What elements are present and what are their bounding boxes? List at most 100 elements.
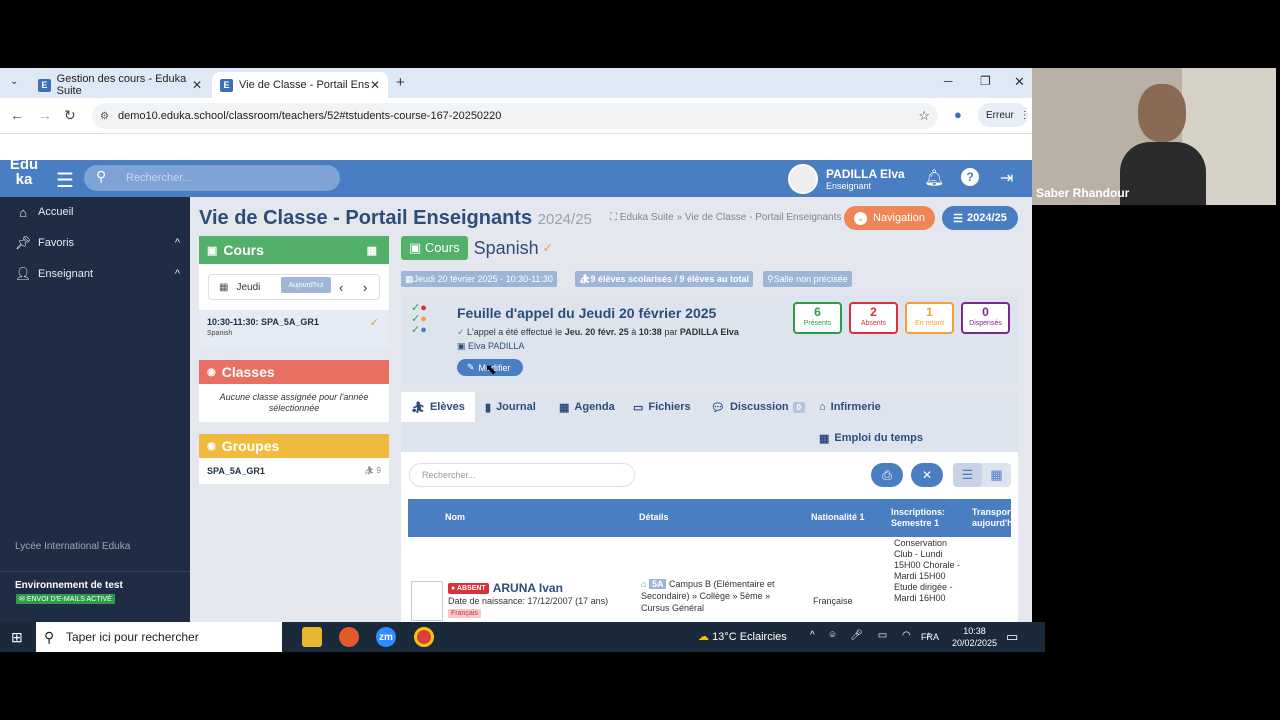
person-silhouette — [1120, 84, 1206, 205]
clock-time: 10:38 — [963, 626, 986, 636]
chalkboard-icon: ▣ — [409, 240, 425, 255]
logout-icon[interactable]: ⇥ — [1000, 168, 1013, 188]
eduka-logo[interactable]: Edu ka — [6, 157, 42, 187]
tab-eleves[interactable]: ⛹︎ Elèves — [401, 392, 475, 422]
site-info-icon[interactable]: ⚙ — [100, 111, 109, 122]
groupes-panel: ◉ Groupes SPA_5A_GR1 ⛹︎ 9 — [199, 434, 389, 484]
students-badge: ⛹︎ 9 élèves scolarisés / 9 élèves au tot… — [575, 271, 754, 287]
browser-tab-vie-de-classe[interactable]: E Vie de Classe - Portail Enseigna ✕ — [212, 72, 388, 98]
column-header[interactable]: Inscriptions: Semestre 1 — [891, 507, 961, 529]
participant-name: Saber Rhandour — [1036, 186, 1130, 200]
attendance-teacher-name: Elva PADILLA — [468, 341, 525, 351]
zoom-icon[interactable]: zm — [376, 627, 396, 647]
profile-icon[interactable]: ● — [954, 107, 962, 122]
maximize-icon[interactable]: ❐ — [980, 74, 991, 88]
column-header[interactable]: Nationalité 1 — [811, 512, 865, 522]
excel-button[interactable]: ✕ — [911, 463, 943, 487]
stat-presents[interactable]: 6 Présents — [793, 302, 842, 334]
windows-start-icon[interactable]: ⊞ — [11, 629, 23, 646]
column-header[interactable]: Transport aujourd'h — [972, 507, 1022, 529]
users-icon: ⛹︎ — [364, 466, 377, 475]
bell-icon[interactable]: 🔔︎ — [924, 168, 944, 188]
sidebar-item-enseignant[interactable]: 👤︎ Enseignant ^ — [0, 259, 190, 289]
cours-button[interactable]: ▣ Cours — [401, 236, 468, 260]
sidebar-item-favoris[interactable]: 📌︎ Favoris ^ — [0, 228, 190, 258]
close-window-icon[interactable]: ✕ — [1014, 74, 1025, 90]
file-explorer-icon[interactable] — [302, 627, 322, 647]
minimize-icon[interactable]: ─ — [944, 74, 953, 88]
students-search-input[interactable]: Rechercher... — [409, 463, 635, 487]
chevron-right-icon[interactable]: › — [363, 280, 367, 295]
list-view-icon[interactable]: ☰ — [953, 463, 982, 487]
browser-tab-gestion[interactable]: E Gestion des cours - Eduka Suite ✕ — [30, 72, 210, 98]
users-icon: ◉ — [207, 366, 216, 378]
calendar-icon[interactable]: ▦ — [367, 244, 377, 257]
day-label: Jeudi — [236, 281, 261, 293]
student-name[interactable]: ARUNA Ivan — [493, 581, 563, 595]
sidebar-item-accueil[interactable]: ⌂ Accueil — [0, 197, 190, 227]
navigation-button[interactable]: ⌄ Navigation — [844, 206, 935, 230]
task-view-icon[interactable]: ⧉ — [265, 628, 274, 644]
print-button[interactable]: ⎙ — [871, 463, 903, 487]
chevron-left-icon[interactable]: ‹ — [339, 280, 343, 295]
tab-journal[interactable]: ▮ Journal — [475, 392, 546, 422]
notification-icon[interactable]: ▭ — [1006, 629, 1018, 645]
group-row[interactable]: SPA_5A_GR1 ⛹︎ 9 — [199, 458, 389, 484]
help-icon[interactable]: ? — [961, 168, 979, 186]
system-tray-icons[interactable]: ^ ⌾ 🎤︎ ▭ ◠ ♪ — [810, 630, 936, 641]
user-menu[interactable]: PADILLA Elva Enseignant — [788, 163, 905, 195]
comments-icon: 💬︎ — [711, 401, 725, 414]
stat-label: Dispensés — [969, 320, 1002, 327]
date-badge: ▦ Jeudi 20 février 2025 · 10:30-11:30 — [401, 271, 557, 287]
page-title-text: Vie de Classe - Portail Enseignants — [199, 207, 533, 229]
tab-emploi-du-temps[interactable]: ▦ Emploi du temps — [809, 423, 933, 453]
stat-label: En retard — [915, 320, 944, 327]
url-field[interactable]: ⚙ demo10.eduka.school/classroom/teachers… — [92, 103, 938, 129]
stat-absents[interactable]: 2 Absents — [849, 302, 898, 334]
error-button[interactable]: Erreur ⋮ — [978, 103, 1030, 127]
weather-widget[interactable]: ☁ 13°C Eclaircies — [698, 630, 787, 643]
main-content: Vie de Classe - Portail Enseignants 2024… — [190, 197, 1032, 622]
year-button[interactable]: ☰ 2024/25 — [942, 206, 1018, 230]
tab-discussion[interactable]: 💬︎ Discussion 0 — [701, 392, 815, 422]
bookmark-star-icon[interactable]: ☆ — [918, 108, 930, 124]
course-slot[interactable]: 10:30-11:30: SPA_5A_GR1 Spanish ✓ — [199, 310, 389, 348]
hamburger-menu-icon[interactable]: ☰ — [56, 168, 74, 193]
new-tab-icon[interactable]: + — [396, 74, 405, 91]
taskbar-search[interactable]: ⚲ Taper ici pour rechercher — [36, 622, 282, 652]
tab-search-icon[interactable]: ⌄ — [10, 76, 18, 87]
reload-icon[interactable]: ↻ — [64, 107, 76, 124]
stat-dispenses[interactable]: 0 Dispensés — [961, 302, 1010, 334]
chrome-icon[interactable] — [414, 627, 434, 647]
forward-icon[interactable]: → — [38, 107, 52, 123]
users-icon: ◉ — [207, 440, 216, 452]
tab-agenda[interactable]: ▦ Agenda — [549, 392, 625, 422]
content-tabs: ⛹︎ Elèves ▮ Journal ▦ Agenda ▭ Fichiers 💬︎ Di… — [401, 392, 1018, 452]
today-button[interactable]: Aujourd'hui — [281, 277, 331, 293]
groupes-panel-header: ◉ Groupes — [199, 434, 389, 458]
tab-fichiers[interactable]: ▭ Fichiers — [623, 392, 701, 422]
close-tab-icon[interactable]: ✕ — [370, 78, 380, 92]
grid-view-icon[interactable]: ▦ — [982, 463, 1011, 487]
breadcrumb[interactable]: ⛶ Eduka Suite » Vie de Classe - Portail … — [610, 212, 841, 223]
chevron-up-icon: ^ — [174, 268, 180, 280]
back-icon[interactable]: ← — [10, 107, 24, 123]
tab-infirmerie[interactable]: ⌂ Infirmerie — [809, 392, 891, 422]
view-toggle: ☰ ▦ — [953, 463, 1011, 487]
check-icon: ✓ — [542, 241, 553, 255]
page-year: 2024/25 — [537, 211, 592, 228]
users-icon: ⛹︎ — [579, 273, 591, 284]
cours-panel-header: ▣ Cours ▦ — [199, 236, 389, 264]
clock[interactable]: 10:38 20/02/2025 — [952, 625, 997, 649]
column-header[interactable]: Détails — [639, 512, 669, 522]
close-tab-icon[interactable]: ✕ — [192, 78, 202, 92]
header-search-input[interactable]: ⚲ Rechercher... — [84, 165, 340, 191]
stat-en-retard[interactable]: 1 En retard — [905, 302, 954, 334]
sidebar: ⌂ Accueil 📌︎ Favoris ^ 👤︎ Enseignant ^ L… — [0, 197, 190, 622]
table-row[interactable]: ● ABSENT ARUNA Ivan Date de naissance: 1… — [408, 537, 1011, 622]
attendance-title: Feuille d'appel du Jeudi 20 février 2025 — [457, 305, 717, 321]
column-header[interactable]: Nom — [445, 512, 465, 522]
home-icon: ⌂ — [19, 204, 27, 220]
firefox-icon[interactable] — [339, 627, 359, 647]
language-indicator[interactable]: FRA — [921, 632, 939, 642]
